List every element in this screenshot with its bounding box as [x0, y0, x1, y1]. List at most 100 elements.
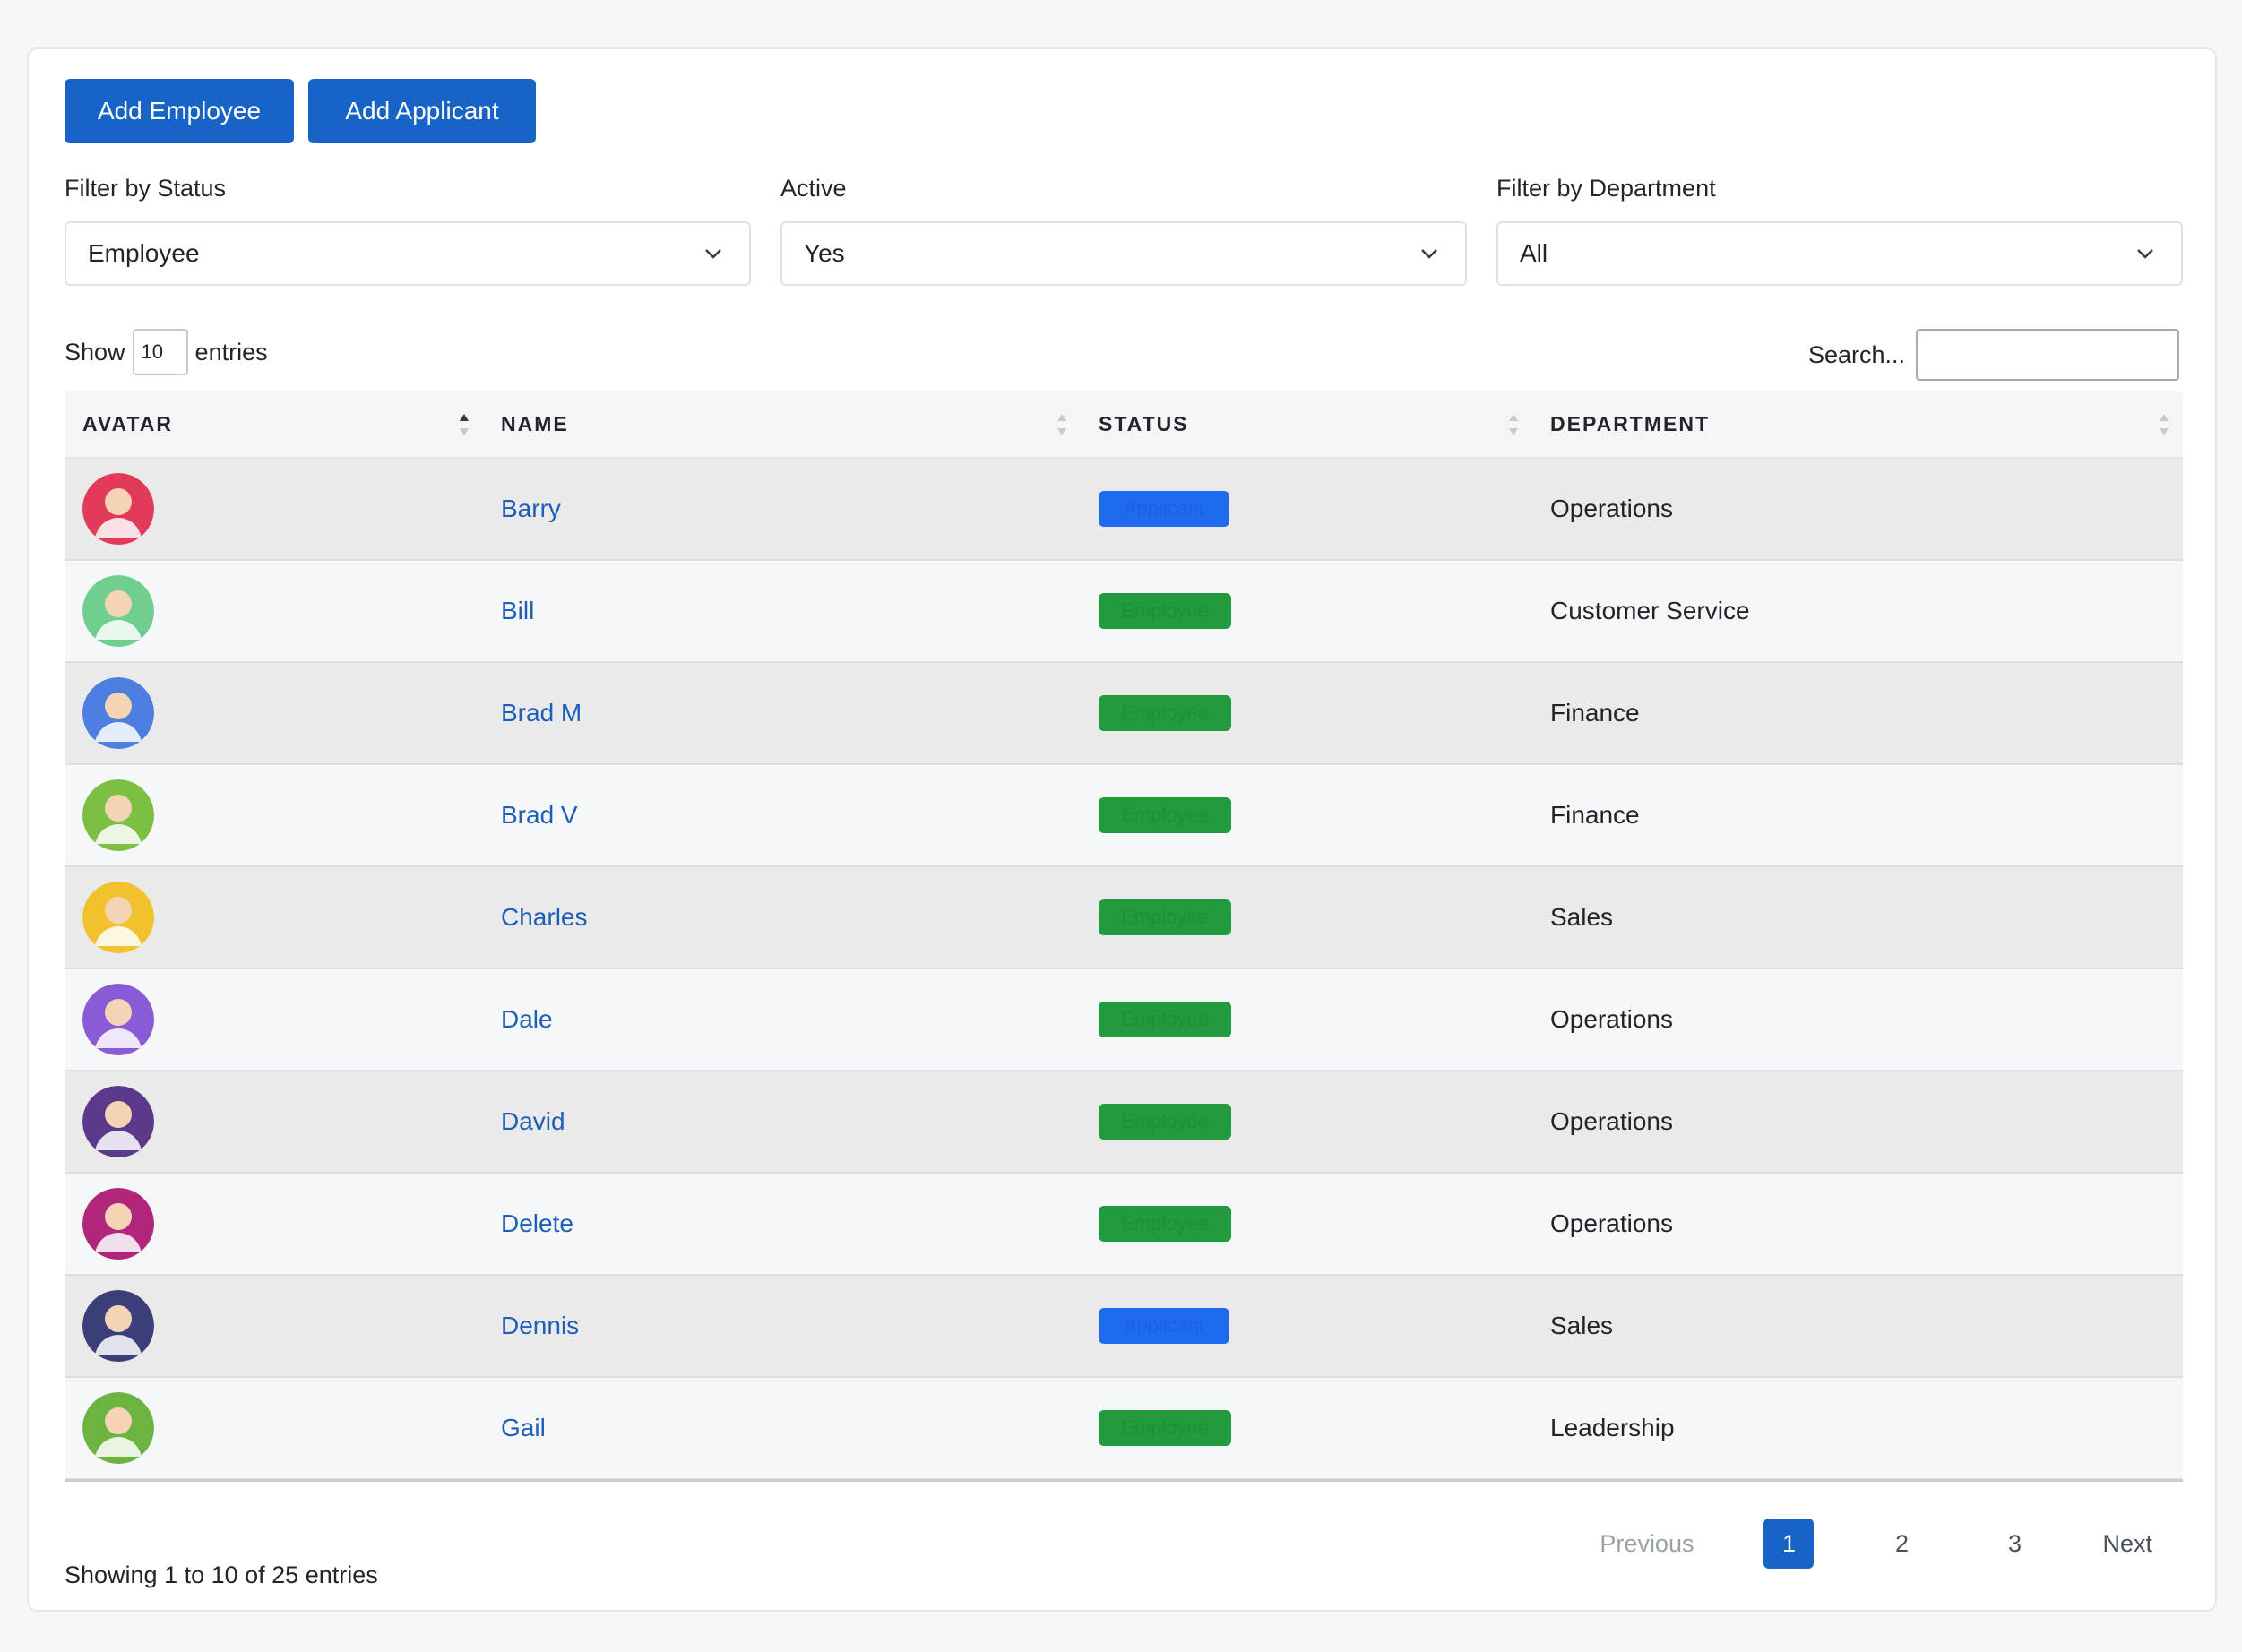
entries-length-select[interactable]: 10 [132, 329, 188, 375]
department-value: Sales [1550, 1312, 1614, 1339]
filter-department-select[interactable]: All [1496, 221, 2183, 286]
department-value: Finance [1550, 801, 1640, 829]
status-cell: Employee [1081, 765, 1532, 865]
name-cell: Dale [483, 969, 1081, 1070]
status-badge: Applicant [1099, 491, 1229, 527]
column-header-status[interactable]: STATUS [1081, 391, 1532, 457]
avatar [82, 677, 154, 749]
entries-label: entries [194, 338, 268, 366]
status-badge: Applicant [1099, 1308, 1229, 1344]
table-row: Gail Employee Leadership [65, 1378, 2183, 1480]
table-row: Barry Applicant Operations [65, 459, 2183, 561]
name-cell: Brad V [483, 765, 1081, 865]
table-header: AVATAR NAME STATUS DEPARTMENT [65, 391, 2183, 459]
chevron-down-icon [705, 249, 721, 259]
employee-name-link[interactable]: Barry [501, 495, 561, 523]
department-value: Customer Service [1550, 597, 1750, 624]
avatar-cell [65, 1276, 483, 1376]
table-info: Showing 1 to 10 of 25 entries [65, 1562, 378, 1588]
pagination-page-2[interactable]: 2 [1876, 1519, 1927, 1569]
department-value: Operations [1550, 1107, 1673, 1135]
column-header-name[interactable]: NAME [483, 391, 1081, 457]
employee-name-link[interactable]: Bill [501, 597, 534, 625]
column-header-label: DEPARTMENT [1550, 412, 1711, 435]
department-cell: Finance [1532, 765, 2183, 865]
department-cell: Operations [1532, 1174, 2183, 1274]
employee-name-link[interactable]: David [501, 1107, 565, 1136]
table-row: Brad V Employee Finance [65, 765, 2183, 867]
filter-active-select[interactable]: Yes [780, 221, 1467, 286]
name-cell: Bill [483, 561, 1081, 661]
employee-name-link[interactable]: Brad M [501, 699, 582, 727]
avatar-cell [65, 969, 483, 1070]
avatar-cell [65, 561, 483, 661]
employee-name-link[interactable]: Gail [501, 1414, 546, 1442]
pagination-page-3[interactable]: 3 [1989, 1519, 2039, 1569]
table-row: Bill Employee Customer Service [65, 561, 2183, 663]
table-row: Delete Employee Operations [65, 1174, 2183, 1276]
filter-status-value: Employee [88, 239, 200, 267]
filter-status-select[interactable]: Employee [65, 221, 751, 286]
add-applicant-button[interactable]: Add Applicant [308, 79, 536, 143]
add-employee-button[interactable]: Add Employee [65, 79, 294, 143]
table-row: David Employee Operations [65, 1071, 2183, 1174]
pagination: Previous 1 2 3 Next [1600, 1517, 2152, 1570]
filter-active-label: Active [780, 175, 847, 202]
column-header-avatar[interactable]: AVATAR [65, 391, 483, 457]
table-row: Dale Employee Operations [65, 969, 2183, 1071]
department-cell: Finance [1532, 663, 2183, 763]
avatar [82, 473, 154, 545]
department-cell: Sales [1532, 1276, 2183, 1376]
avatar-cell [65, 459, 483, 559]
status-badge: Employee [1099, 695, 1231, 731]
main-card: Add Employee Add Applicant Filter by Sta… [27, 47, 2217, 1612]
pagination-next[interactable]: Next [2102, 1530, 2152, 1558]
status-cell: Applicant [1081, 1276, 1532, 1376]
department-value: Finance [1550, 699, 1640, 727]
department-value: Operations [1550, 1005, 1673, 1033]
employee-name-link[interactable]: Dennis [501, 1312, 579, 1340]
sort-icon [2160, 414, 2169, 435]
entries-length-value: 10 [141, 340, 164, 363]
status-badge: Employee [1099, 1206, 1231, 1242]
status-cell: Employee [1081, 1378, 1532, 1478]
employee-name-link[interactable]: Delete [501, 1209, 573, 1238]
department-cell: Customer Service [1532, 561, 2183, 661]
pagination-previous[interactable]: Previous [1600, 1530, 1694, 1558]
status-cell: Employee [1081, 1174, 1532, 1274]
avatar-cell [65, 1071, 483, 1172]
employee-table: AVATAR NAME STATUS DEPARTMENT Barry Appli… [65, 391, 2183, 1480]
filter-active-value: Yes [804, 239, 845, 267]
table-bottom-border [65, 1479, 2183, 1482]
employee-name-link[interactable]: Brad V [501, 801, 578, 830]
avatar [82, 984, 154, 1055]
search-label: Search... [1807, 340, 1905, 368]
name-cell: Gail [483, 1378, 1081, 1478]
search-input[interactable] [1916, 329, 2179, 381]
avatar-cell [65, 867, 483, 968]
avatar-cell [65, 1174, 483, 1274]
status-cell: Employee [1081, 561, 1532, 661]
column-header-label: AVATAR [82, 412, 174, 435]
status-badge: Employee [1099, 797, 1231, 833]
column-header-department[interactable]: DEPARTMENT [1532, 391, 2183, 457]
employee-name-link[interactable]: Dale [501, 1005, 553, 1034]
status-badge: Employee [1099, 1104, 1231, 1140]
sort-ascending-icon [460, 414, 469, 435]
department-value: Operations [1550, 1209, 1673, 1237]
avatar [82, 1392, 154, 1464]
avatar [82, 882, 154, 953]
avatar-cell [65, 765, 483, 865]
status-badge: Employee [1099, 593, 1231, 629]
pagination-page-1[interactable]: 1 [1763, 1519, 1815, 1569]
show-label: Show [65, 338, 125, 366]
status-cell: Employee [1081, 867, 1532, 968]
avatar [82, 1086, 154, 1157]
name-cell: Barry [483, 459, 1081, 559]
department-cell: Leadership [1532, 1378, 2183, 1478]
chevron-down-icon [2137, 249, 2153, 259]
filter-status-label: Filter by Status [65, 175, 227, 202]
employee-name-link[interactable]: Charles [501, 903, 587, 932]
filter-department-label: Filter by Department [1496, 175, 1716, 202]
status-cell: Employee [1081, 1071, 1532, 1172]
